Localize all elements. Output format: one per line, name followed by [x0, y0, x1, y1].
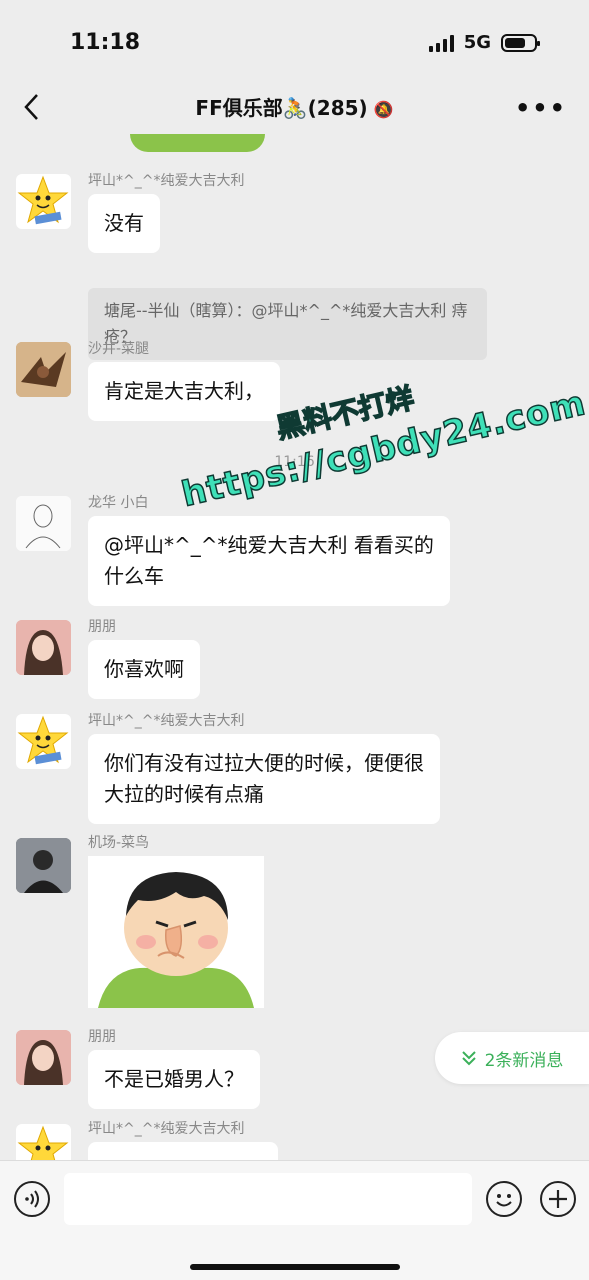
message-bubble[interactable] — [88, 1142, 278, 1160]
message-bubble[interactable]: 不是已婚男人？ — [88, 1050, 260, 1109]
status-time: 11:18 — [70, 30, 141, 55]
message-bubble[interactable]: 你喜欢啊 — [88, 640, 200, 699]
partial-sticker — [130, 134, 265, 152]
message-line: 你们有没有过拉大便的时候，便便很 — [104, 751, 424, 775]
sender-name: 机场-菜鸟 — [88, 835, 150, 851]
message-list[interactable]: 坪山*^_^*纯爱大吉大利 没有 塘尾--半仙（瞎算）：@坪山*^_^*纯爱大吉… — [0, 134, 589, 1160]
avatar[interactable] — [16, 1124, 71, 1160]
avatar[interactable] — [16, 714, 71, 769]
emoji-button[interactable] — [486, 1181, 522, 1217]
bell-slash-icon: 🔕 — [373, 100, 394, 119]
avatar[interactable] — [16, 838, 71, 893]
network-label: 5G — [463, 32, 491, 53]
avatar[interactable] — [16, 620, 71, 675]
chat-title: FF俱乐部🚴(285) 🔕 — [0, 92, 589, 121]
sender-name: 坪山*^_^*纯爱大吉大利 — [88, 713, 245, 729]
message-line: @坪山*^_^*纯爱大吉大利 看看买的 — [104, 533, 434, 557]
input-bar — [0, 1160, 589, 1280]
sender-name: 朋朋 — [88, 619, 116, 635]
message-bubble[interactable]: @坪山*^_^*纯爱大吉大利 看看买的 什么车 — [88, 516, 450, 606]
avatar[interactable] — [16, 342, 71, 397]
battery-icon — [501, 33, 540, 52]
nose-picking-boy-icon — [88, 856, 264, 1008]
status-icons: 5G — [428, 32, 540, 53]
message-input[interactable] — [64, 1173, 472, 1225]
sender-name: 朋朋 — [88, 1029, 116, 1045]
chat-title-text: FF俱乐部🚴(285) — [195, 96, 368, 120]
sender-name: 坪山*^_^*纯爱大吉大利 — [88, 1121, 245, 1137]
plus-icon — [549, 1190, 567, 1208]
double-chevron-down-icon — [461, 1051, 476, 1066]
home-indicator — [190, 1264, 400, 1270]
voice-button[interactable] — [14, 1181, 50, 1217]
avatar[interactable] — [16, 174, 71, 229]
voice-icon — [25, 1190, 39, 1208]
signal-icon — [428, 34, 454, 52]
message-bubble[interactable]: 你们有没有过拉大便的时候，便便很 大拉的时候有点痛 — [88, 734, 440, 824]
chat-header: FF俱乐部🚴(285) 🔕 ••• — [0, 80, 589, 134]
message-line: 大拉的时候有点痛 — [104, 782, 264, 806]
plus-button[interactable] — [540, 1181, 576, 1217]
new-messages-label: 2条新消息 — [484, 1050, 564, 1071]
status-bar: 11:18 5G — [0, 0, 589, 80]
message-bubble[interactable]: 没有 — [88, 194, 160, 253]
avatar[interactable] — [16, 1030, 71, 1085]
message-bubble[interactable]: 肯定是大吉大利， — [88, 362, 280, 421]
avatar[interactable] — [16, 496, 71, 551]
message-line: 什么车 — [104, 564, 164, 588]
sticker-image[interactable] — [88, 856, 264, 1008]
sender-name: 坪山*^_^*纯爱大吉大利 — [88, 173, 245, 189]
sender-name: 龙华 小白 — [88, 495, 149, 511]
new-messages-button[interactable]: 2条新消息 — [435, 1032, 589, 1084]
emoji-icon — [496, 1194, 512, 1207]
time-divider: 11:16 — [274, 454, 315, 470]
more-button[interactable]: ••• — [515, 94, 567, 122]
more-dots-icon: ••• — [514, 94, 567, 122]
sender-name: 沙井-菜腿 — [88, 341, 150, 357]
